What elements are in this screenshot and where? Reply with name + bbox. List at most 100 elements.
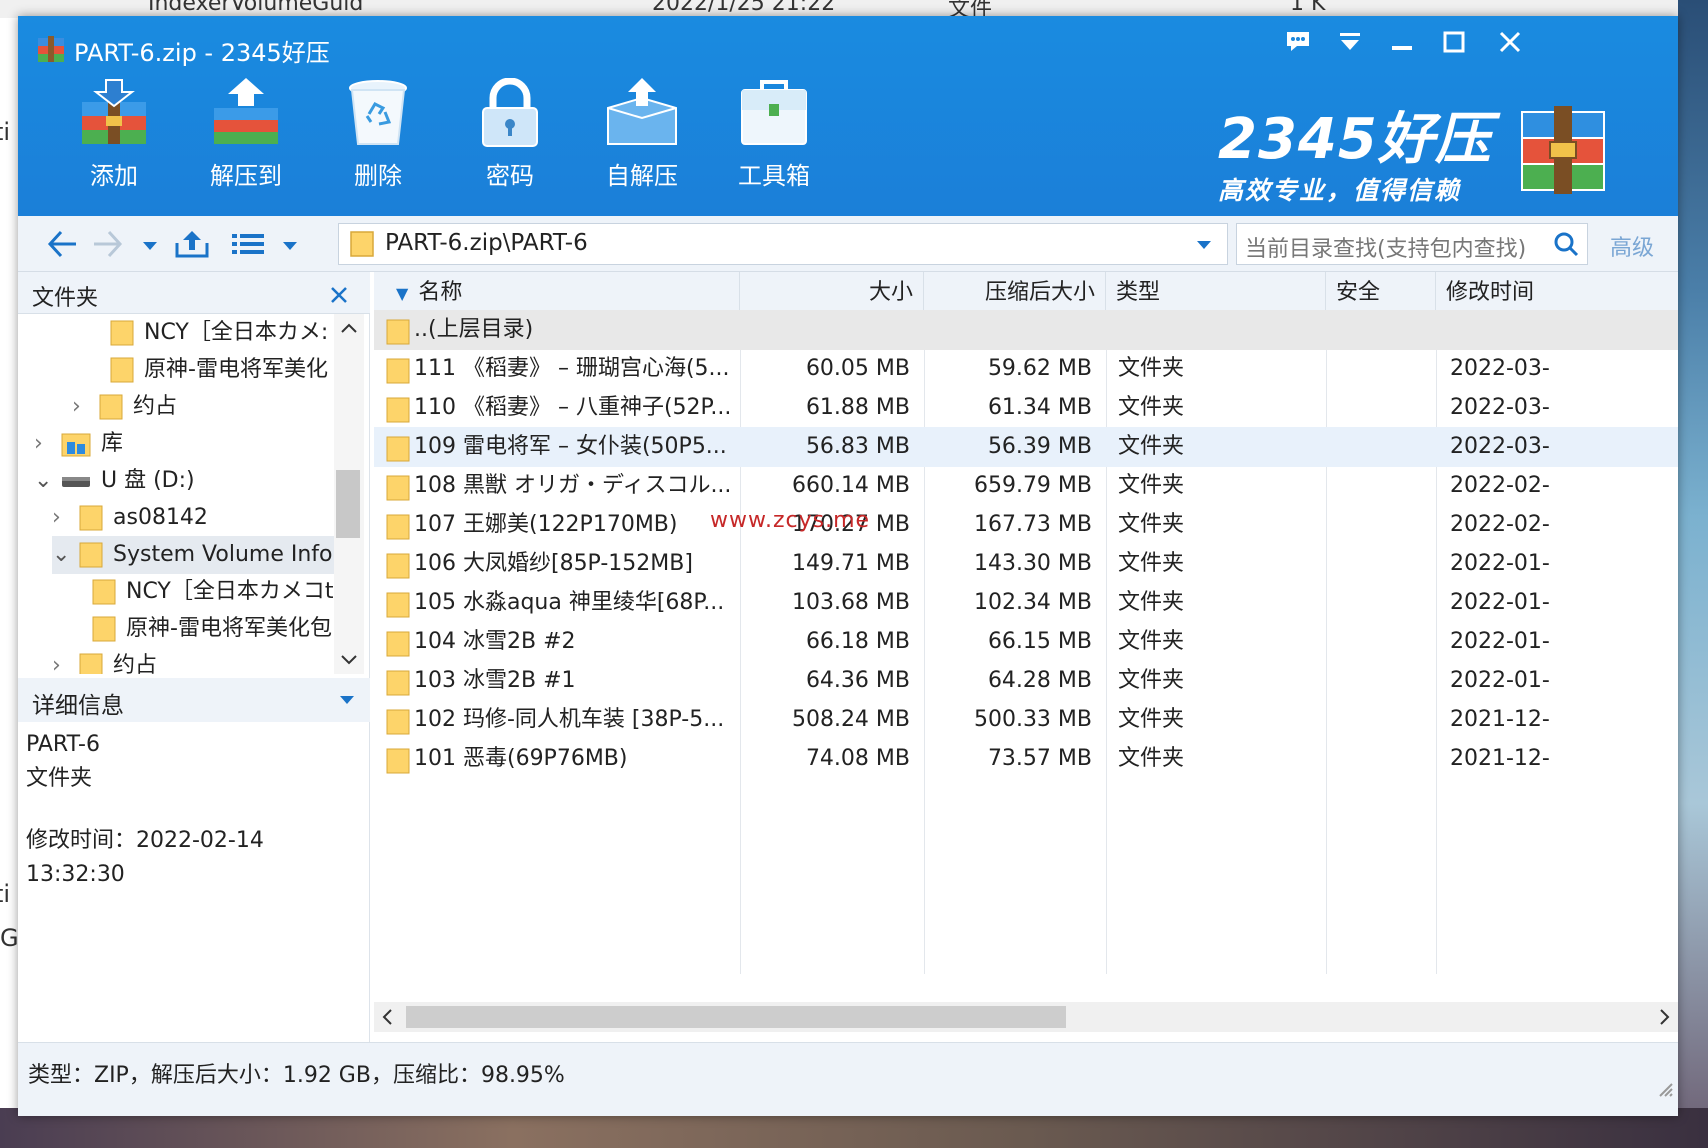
- file-modified: 2022-03-: [1450, 356, 1550, 381]
- expand-arrow-icon[interactable]: ›: [52, 499, 72, 537]
- details-modified: 修改时间：2022-02-14 13:32:30: [26, 828, 264, 887]
- collapse-arrow-icon[interactable]: ⌄: [52, 536, 72, 574]
- search-icon[interactable]: [1553, 231, 1579, 257]
- column-type[interactable]: 类型: [1106, 272, 1326, 314]
- expand-arrow-icon[interactable]: ›: [34, 425, 54, 463]
- minimize-button[interactable]: [1380, 22, 1424, 62]
- sort-down-icon: ▼: [396, 284, 409, 303]
- expand-arrow-icon[interactable]: ›: [52, 647, 72, 674]
- table-row[interactable]: 101 恶毒(69P76MB) 74.08 MB 73.57 MB 文件夹 20…: [374, 739, 1678, 779]
- address-bar[interactable]: PART-6.zip\PART-6: [338, 223, 1228, 265]
- table-row[interactable]: 107 王娜美(122P170MB) 170.27 MB 167.73 MB 文…: [374, 505, 1678, 545]
- up-folder-button[interactable]: [172, 226, 212, 262]
- file-modified: 2022-01-: [1450, 668, 1550, 693]
- extract-to-button[interactable]: 解压到: [196, 78, 296, 208]
- table-row[interactable]: 110 《稻妻》 – 八重神子(52P... 61.88 MB 61.34 MB…: [374, 388, 1678, 428]
- column-name[interactable]: ▼ 名称: [374, 272, 740, 314]
- tree-item-selected[interactable]: ⌄ System Volume Infor: [52, 536, 342, 574]
- tree-scrollbar[interactable]: [334, 314, 364, 674]
- tree-item[interactable]: 原神-雷电将军美化: [110, 351, 328, 389]
- folder-pane: 文件夹 NCY［全日本カメ: 原神-雷电将军美化 › 约占 › 库 ⌄ U 盘: [18, 272, 370, 1042]
- chevron-down-icon[interactable]: [338, 694, 356, 706]
- scroll-up-icon[interactable]: [334, 318, 364, 338]
- table-row[interactable]: 108 黒獣 オリガ・ディスコル... 660.14 MB 659.79 MB …: [374, 466, 1678, 506]
- list-horizontal-scrollbar[interactable]: [374, 1002, 1678, 1032]
- maximize-button[interactable]: [1432, 22, 1476, 62]
- recycle-bin-icon: [349, 80, 407, 145]
- folder-icon: [386, 397, 410, 423]
- table-row[interactable]: 105 水淼aqua 神里绫华[68P... 103.68 MB 102.34 …: [374, 583, 1678, 623]
- close-pane-button[interactable]: [330, 276, 348, 311]
- file-modified: 2022-01-: [1450, 551, 1550, 576]
- table-row-hover[interactable]: 109 雷电将军 – 女仆装(50P5... 56.83 MB 56.39 MB…: [374, 427, 1678, 467]
- file-type: 文件夹: [1118, 590, 1185, 615]
- tree-item[interactable]: › 约占: [72, 388, 177, 426]
- scroll-down-icon[interactable]: [334, 650, 364, 670]
- resize-grip-icon[interactable]: [1654, 1078, 1674, 1098]
- chevron-down-icon[interactable]: [1195, 239, 1213, 251]
- file-name: 107 王娜美(122P170MB): [414, 512, 678, 537]
- table-row[interactable]: 103 冰雪2B #1 64.36 MB 64.28 MB 文件夹 2022-0…: [374, 661, 1678, 701]
- lock-icon: [482, 78, 538, 147]
- file-packed-size: 143.30 MB: [973, 551, 1092, 576]
- file-size: 60.05 MB: [805, 356, 910, 381]
- feedback-button[interactable]: [1276, 22, 1320, 62]
- expand-arrow-icon[interactable]: ›: [72, 388, 92, 426]
- tree-item[interactable]: NCY［全日本カメ:: [110, 314, 328, 352]
- file-packed-size: 56.39 MB: [987, 434, 1092, 459]
- library-icon: [61, 433, 91, 457]
- view-mode-dropdown[interactable]: [278, 226, 302, 262]
- table-row[interactable]: 106 大凤婚纱[85P-152MB] 149.71 MB 143.30 MB …: [374, 544, 1678, 584]
- folder-icon: [92, 616, 116, 642]
- password-button[interactable]: 密码: [460, 78, 560, 208]
- forward-button[interactable]: [90, 226, 126, 262]
- view-mode-button[interactable]: [228, 226, 268, 262]
- collapse-arrow-icon[interactable]: ⌄: [34, 462, 54, 500]
- tree-item-label: U 盘 (D:): [101, 468, 195, 493]
- file-packed-size: 500.33 MB: [973, 707, 1092, 732]
- scroll-left-icon[interactable]: [376, 1002, 400, 1032]
- toolbox-button[interactable]: 工具箱: [724, 78, 824, 208]
- table-row[interactable]: 102 玛修-同人机车装 [38P-5... 508.24 MB 500.33 …: [374, 700, 1678, 740]
- file-modified: 2022-03-: [1450, 434, 1550, 459]
- search-input[interactable]: 当前目录查找(支持包内查找): [1236, 223, 1588, 265]
- scroll-right-icon[interactable]: [1652, 1002, 1676, 1032]
- tree-item[interactable]: › as08142: [52, 499, 208, 537]
- column-size[interactable]: 大小: [740, 272, 924, 314]
- tree-item[interactable]: 原神-雷电将军美化包: [92, 610, 332, 648]
- drive-icon: [62, 477, 90, 487]
- table-row[interactable]: 104 冰雪2B #2 66.18 MB 66.15 MB 文件夹 2022-0…: [374, 622, 1678, 662]
- password-label: 密码: [486, 162, 534, 190]
- column-security[interactable]: 安全: [1326, 272, 1436, 314]
- list-scroll-thumb[interactable]: [406, 1006, 1066, 1028]
- column-packed-size[interactable]: 压缩后大小: [924, 272, 1106, 314]
- menu-button[interactable]: [1328, 22, 1372, 62]
- chevron-down-icon: [283, 242, 297, 250]
- tree-scroll-thumb[interactable]: [336, 470, 360, 538]
- tree-item[interactable]: NCY［全日本カメコt: [92, 573, 334, 611]
- file-packed-size: 73.57 MB: [987, 746, 1092, 771]
- parent-directory-row[interactable]: ..(上层目录): [374, 310, 1678, 350]
- table-row[interactable]: 111 《稻妻》 – 珊瑚宫心海(5... 60.05 MB 59.62 MB …: [374, 349, 1678, 389]
- tree-item[interactable]: ⌄ U 盘 (D:): [34, 462, 195, 500]
- details-header[interactable]: 详细信息: [18, 678, 370, 722]
- folder-icon: [110, 320, 134, 346]
- advanced-search-link[interactable]: 高级: [1610, 230, 1654, 262]
- delete-button[interactable]: 删除: [328, 78, 428, 208]
- file-type: 文件夹: [1118, 629, 1185, 654]
- tree-item[interactable]: › 库: [34, 425, 123, 463]
- folder-up-icon: [175, 231, 209, 258]
- extract-to-label: 解压到: [210, 162, 282, 190]
- tree-item[interactable]: › 约占: [52, 647, 157, 674]
- title-toolbar-area: PART-6.zip - 2345好压 添加 解压到 删除 密码 自解压 工具箱…: [18, 16, 1678, 216]
- add-button[interactable]: 添加: [64, 78, 164, 208]
- brand-block: 2345好压 高效专业，值得信赖: [1218, 94, 1492, 207]
- file-modified: 2022-01-: [1450, 590, 1550, 615]
- self-extract-button[interactable]: 自解压: [592, 78, 692, 208]
- toolbox-icon: [741, 80, 807, 145]
- file-name: 104 冰雪2B #2: [414, 629, 576, 654]
- back-button[interactable]: [44, 226, 80, 262]
- history-dropdown[interactable]: [138, 226, 162, 262]
- close-button[interactable]: [1488, 22, 1532, 62]
- column-modified[interactable]: 修改时间: [1436, 272, 1678, 314]
